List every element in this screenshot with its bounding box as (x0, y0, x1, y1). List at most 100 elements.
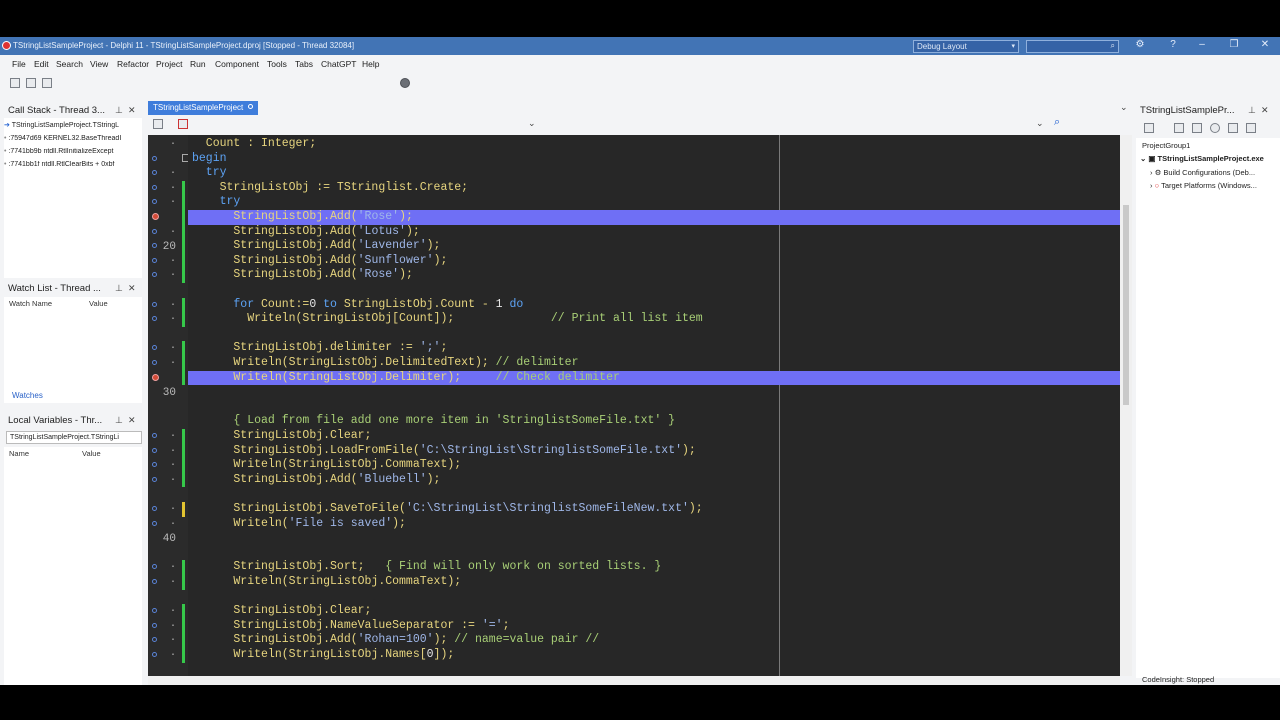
run-indicator-icon[interactable] (400, 78, 410, 88)
gutter-line[interactable]: · (148, 458, 188, 473)
code-line[interactable]: StringListObj.Sort; { Find will only wor… (188, 560, 1120, 575)
code-line[interactable]: Writeln(StringListObj.Names[0]); (188, 648, 1120, 663)
code-line[interactable] (188, 531, 1120, 546)
search-icon[interactable]: ⌕ (1054, 116, 1060, 129)
tree-item-build-configs[interactable]: › ⚙ Build Configurations (Deb... (1150, 168, 1255, 177)
executable-line-icon[interactable] (152, 652, 157, 657)
menu-tabs[interactable]: Tabs (295, 59, 313, 69)
gutter-line[interactable]: · (148, 618, 188, 634)
executable-line-icon[interactable] (152, 608, 157, 614)
new-file-icon[interactable] (10, 78, 20, 88)
menu-search[interactable]: Search (56, 59, 83, 69)
local-name-header[interactable]: Name (9, 449, 29, 458)
tab-watches[interactable]: Watches (4, 389, 49, 403)
executable-line-icon[interactable] (152, 184, 157, 190)
executable-line-icon[interactable] (152, 316, 157, 322)
code-line[interactable]: StringListObj.Add('Sunflower'); (188, 254, 1120, 269)
code-line[interactable] (188, 546, 1120, 561)
close-button[interactable]: ✕ (1255, 39, 1275, 50)
gutter-line[interactable]: · (148, 648, 188, 663)
gutter-line[interactable]: · (148, 137, 188, 151)
code-line[interactable]: Writeln(StringListObj.DelimitedText); //… (188, 356, 1120, 371)
breakpoint-icon[interactable] (152, 213, 159, 220)
code-line[interactable]: StringListObj.LoadFromFile('C:\StringLis… (188, 444, 1120, 459)
gutter-line[interactable]: · (148, 633, 188, 648)
help-icon[interactable]: ? (1163, 39, 1183, 50)
pin-icon[interactable]: ⊥ (1248, 105, 1256, 116)
code-line[interactable]: StringListObj.Add('Rose'); (188, 210, 1120, 225)
pin-icon[interactable]: ⊥ (115, 283, 123, 294)
gutter-line[interactable] (148, 414, 188, 428)
code-line[interactable]: Writeln(StringListObj.CommaText); (188, 458, 1120, 473)
settings-icon[interactable]: ⚙ (1130, 39, 1150, 50)
code-line[interactable]: Writeln('File is saved'); (188, 517, 1120, 532)
code-editor[interactable]: Count : Integer; begin try StringListObj … (188, 135, 1120, 676)
code-line[interactable]: StringListObj.Clear; (188, 604, 1120, 619)
local-vars-frame-select[interactable]: TStringListSampleProject.TStringLi (6, 431, 142, 444)
executable-line-icon[interactable] (152, 433, 157, 438)
menu-help[interactable]: Help (362, 59, 379, 69)
menu-tools[interactable]: Tools (267, 59, 287, 69)
gutter-line[interactable]: · (148, 356, 188, 371)
code-line[interactable]: Writeln(StringListObj[Count]); // Print … (188, 312, 1120, 327)
executable-line-icon[interactable] (152, 506, 157, 511)
code-line[interactable] (188, 400, 1120, 415)
code-line[interactable] (188, 385, 1120, 400)
gutter-line[interactable]: · (148, 180, 188, 196)
menu-edit[interactable]: Edit (34, 59, 49, 69)
view-icon[interactable] (1228, 123, 1238, 133)
executable-line-icon[interactable] (152, 564, 157, 570)
menu-component[interactable]: Component (215, 59, 259, 69)
save-all-icon[interactable] (42, 78, 52, 88)
executable-line-icon[interactable] (152, 476, 157, 482)
structure-icon[interactable] (153, 119, 163, 129)
code-line[interactable]: StringListObj.Add('Rose'); (188, 268, 1120, 283)
code-line[interactable]: StringListObj.NameValueSeparator := '='; (188, 619, 1120, 634)
executable-line-icon[interactable] (152, 447, 157, 453)
files-icon[interactable] (1192, 123, 1202, 133)
code-line[interactable] (188, 487, 1120, 502)
settings-icon[interactable] (1246, 123, 1256, 133)
horizontal-scrollbar[interactable] (148, 676, 1120, 685)
gutter-line[interactable]: 30 (148, 385, 188, 399)
gutter-line[interactable] (148, 546, 188, 560)
tree-item-platforms[interactable]: › ○ Target Platforms (Windows... (1150, 181, 1257, 190)
executable-line-icon[interactable] (152, 228, 157, 234)
gutter-line[interactable] (148, 590, 188, 604)
gutter-line[interactable] (148, 283, 188, 297)
gutter-line[interactable]: · (148, 166, 188, 180)
editor-gutter[interactable]: · · · · · 20 · · · · · · 30 · · · · · · 40 · · · · · · (148, 135, 190, 676)
code-line[interactable]: Count : Integer; (188, 137, 1120, 152)
gutter-line[interactable]: · (148, 297, 188, 313)
gutter-line[interactable]: · (148, 443, 188, 459)
call-stack-row[interactable]: • :7741bb9b ntdll.RtlInitializeExcept (4, 148, 142, 155)
ide-search-input[interactable]: ⌕ (1026, 40, 1119, 53)
menu-project[interactable]: Project (156, 59, 182, 69)
gutter-line[interactable]: · (148, 341, 188, 356)
local-value-header[interactable]: Value (82, 449, 101, 458)
close-panel-icon[interactable]: ✕ (128, 105, 136, 116)
close-panel-icon[interactable]: ✕ (1261, 105, 1269, 116)
gutter-line[interactable]: · (148, 472, 188, 488)
gutter-line[interactable]: · (148, 560, 188, 575)
options-icon[interactable] (1174, 123, 1184, 133)
executable-line-icon[interactable] (152, 462, 157, 468)
gutter-line[interactable]: · (148, 268, 188, 283)
code-line[interactable] (188, 283, 1120, 298)
gutter-line[interactable]: · (148, 253, 188, 269)
executable-line-icon[interactable] (152, 622, 157, 628)
code-line[interactable]: StringListObj.Add('Rohan=100'); // name=… (188, 633, 1120, 648)
breakpoint-icon[interactable] (152, 373, 159, 381)
gutter-line[interactable] (148, 327, 188, 341)
tree-item-group[interactable]: ProjectGroup1 (1142, 141, 1190, 150)
executable-line-icon[interactable] (152, 199, 157, 205)
gutter-line[interactable]: · (148, 604, 188, 619)
restore-button[interactable]: ❐ (1224, 39, 1244, 50)
executable-line-icon[interactable] (152, 360, 157, 365)
gutter-line[interactable] (148, 400, 188, 414)
executable-line-icon[interactable] (152, 257, 157, 263)
gutter-line[interactable]: · (148, 312, 188, 327)
executable-line-icon[interactable] (152, 345, 157, 351)
executable-line-icon[interactable] (152, 579, 157, 584)
close-panel-icon[interactable]: ✕ (128, 415, 136, 426)
